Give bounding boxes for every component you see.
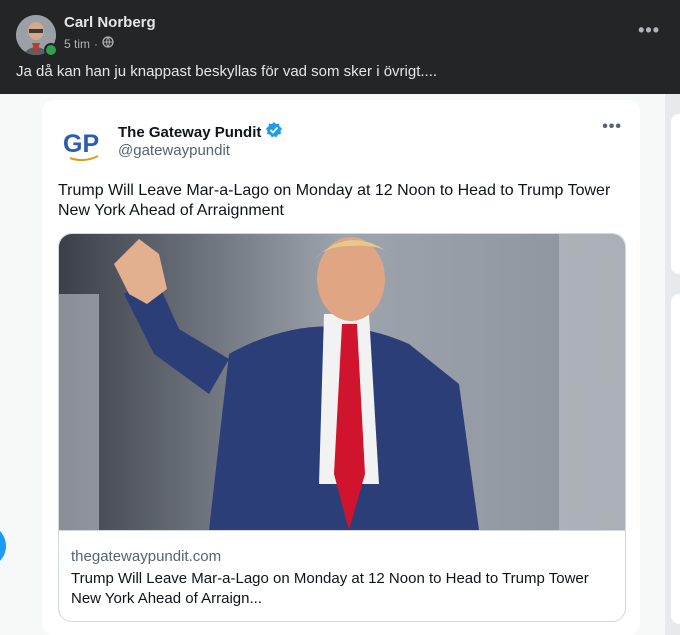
embedded-tweet[interactable]: GP The Gateway Pundit @gatewaypundit •••… bbox=[42, 100, 640, 635]
adjacent-content-strip bbox=[665, 94, 680, 635]
post-more-options-icon[interactable]: ••• bbox=[638, 20, 660, 41]
tweet-more-options-icon[interactable]: ••• bbox=[602, 118, 622, 136]
link-preview-card[interactable]: thegatewaypundit.com Trump Will Leave Ma… bbox=[58, 233, 626, 622]
link-domain[interactable]: thegatewaypundit.com bbox=[71, 548, 221, 565]
online-status-indicator bbox=[44, 43, 58, 57]
globe-icon bbox=[102, 36, 114, 51]
tweet-text: Trump Will Leave Mar-a-Lago on Monday at… bbox=[58, 182, 611, 219]
tweet-name-text[interactable]: The Gateway Pundit bbox=[118, 124, 261, 141]
tweet-handle[interactable]: @gatewaypundit bbox=[118, 142, 230, 159]
svg-text:GP: GP bbox=[63, 130, 99, 158]
link-preview-image[interactable] bbox=[59, 234, 625, 530]
post-meta: 5 tim · bbox=[64, 36, 114, 51]
gateway-pundit-logo[interactable]: GP bbox=[62, 125, 106, 169]
verified-badge-icon bbox=[265, 121, 283, 143]
post-timestamp[interactable]: 5 tim bbox=[64, 37, 90, 51]
post-text: Ja då kan han ju knappast beskyllas för … bbox=[16, 63, 438, 80]
facebook-post-header: Carl Norberg 5 tim · ••• Ja då kan han j… bbox=[0, 0, 680, 94]
link-title[interactable]: Trump Will Leave Mar-a-Lago on Monday at… bbox=[71, 569, 611, 609]
meta-separator: · bbox=[94, 36, 99, 51]
tweet-account-name[interactable]: The Gateway Pundit bbox=[118, 121, 283, 143]
post-author-name[interactable]: Carl Norberg bbox=[64, 14, 156, 31]
